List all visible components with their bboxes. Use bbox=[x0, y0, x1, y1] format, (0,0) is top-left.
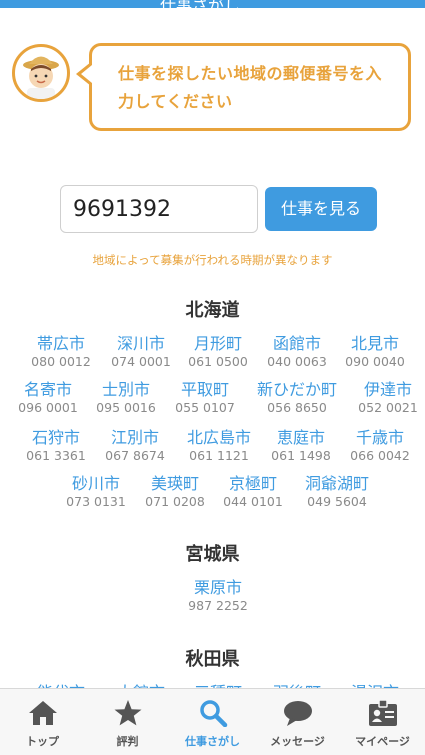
header-title: 仕事さがし bbox=[160, 0, 240, 8]
guide-avatar-icon bbox=[23, 56, 59, 99]
city-link[interactable]: 洞爺湖町 049 5604 bbox=[289, 474, 385, 510]
city-link[interactable]: 栗原市 987 2252 bbox=[170, 578, 266, 614]
city-link[interactable]: 平取町 055 0107 bbox=[157, 380, 253, 416]
prompt-message: 仕事を探したい地域の郵便番号を入力してください bbox=[118, 64, 383, 111]
bottom-tab-bar: トップ 評判 仕事さがし メッセージ マイページ bbox=[0, 688, 425, 755]
tab-job-search[interactable]: 仕事さがし bbox=[170, 689, 255, 755]
zip-code-input[interactable] bbox=[60, 185, 258, 233]
tab-top[interactable]: トップ bbox=[0, 689, 85, 755]
tab-mypage[interactable]: マイページ bbox=[340, 689, 425, 755]
city-link[interactable]: 北見市 090 0040 bbox=[327, 334, 423, 370]
tab-reviews[interactable]: 評判 bbox=[85, 689, 170, 755]
search-icon bbox=[200, 700, 228, 727]
star-icon bbox=[114, 700, 142, 726]
region-title-miyagi: 宮城県 bbox=[185, 544, 240, 565]
chat-icon bbox=[284, 701, 312, 726]
city-link[interactable]: 江別市 067 8674 bbox=[87, 428, 183, 464]
region-title-akita: 秋田県 bbox=[185, 649, 240, 670]
city-link[interactable]: 新ひだか町 056 8650 bbox=[249, 380, 345, 416]
season-notice: 地域によって募集が行われる時期が異なります bbox=[92, 253, 333, 267]
city-link[interactable]: 京極町 044 0101 bbox=[205, 474, 301, 510]
profile-card-icon bbox=[369, 699, 397, 726]
region-title-hokkaido: 北海道 bbox=[185, 300, 240, 321]
home-icon bbox=[29, 701, 57, 725]
city-link[interactable]: 千歳市 066 0042 bbox=[332, 428, 425, 464]
city-link[interactable]: 伊達市 052 0021 bbox=[340, 380, 425, 416]
tab-messages[interactable]: メッセージ bbox=[255, 689, 340, 755]
guide-avatar bbox=[12, 44, 70, 102]
view-jobs-button[interactable]: 仕事を見る bbox=[265, 187, 377, 231]
status-header: 仕事さがし bbox=[0, 0, 425, 8]
